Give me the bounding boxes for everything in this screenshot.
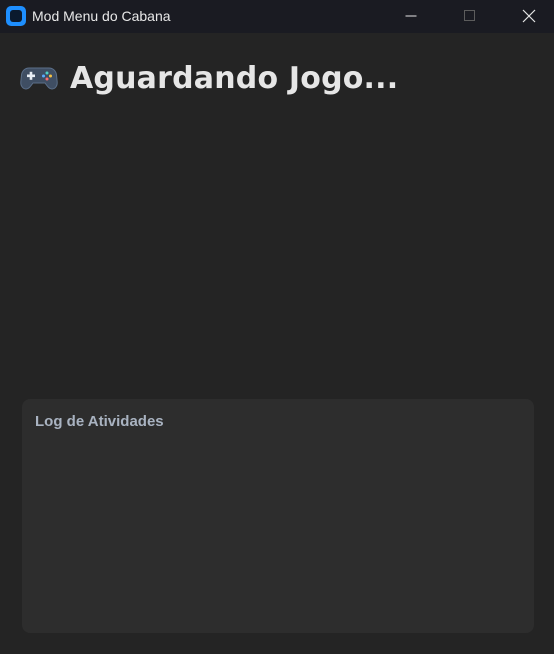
minimize-icon	[405, 15, 417, 17]
activity-log-content[interactable]	[35, 441, 521, 621]
page-title: Aguardando Jogo...	[70, 60, 399, 96]
close-icon	[522, 9, 536, 23]
gamepad-icon	[20, 67, 58, 90]
activity-log-title: Log de Atividades	[35, 413, 164, 430]
status-header: Aguardando Jogo...	[20, 58, 398, 98]
app-window: Mod Menu do Cabana Aguardando Jogo... Lo…	[0, 0, 554, 654]
maximize-icon	[464, 10, 475, 21]
maximize-button[interactable]	[447, 0, 493, 32]
title-bar[interactable]: Mod Menu do Cabana	[0, 0, 554, 33]
app-logo-icon	[6, 6, 26, 26]
activity-log-panel: Log de Atividades	[22, 399, 534, 633]
window-title: Mod Menu do Cabana	[32, 8, 171, 24]
close-button[interactable]	[506, 0, 552, 32]
minimize-button[interactable]	[388, 0, 434, 32]
